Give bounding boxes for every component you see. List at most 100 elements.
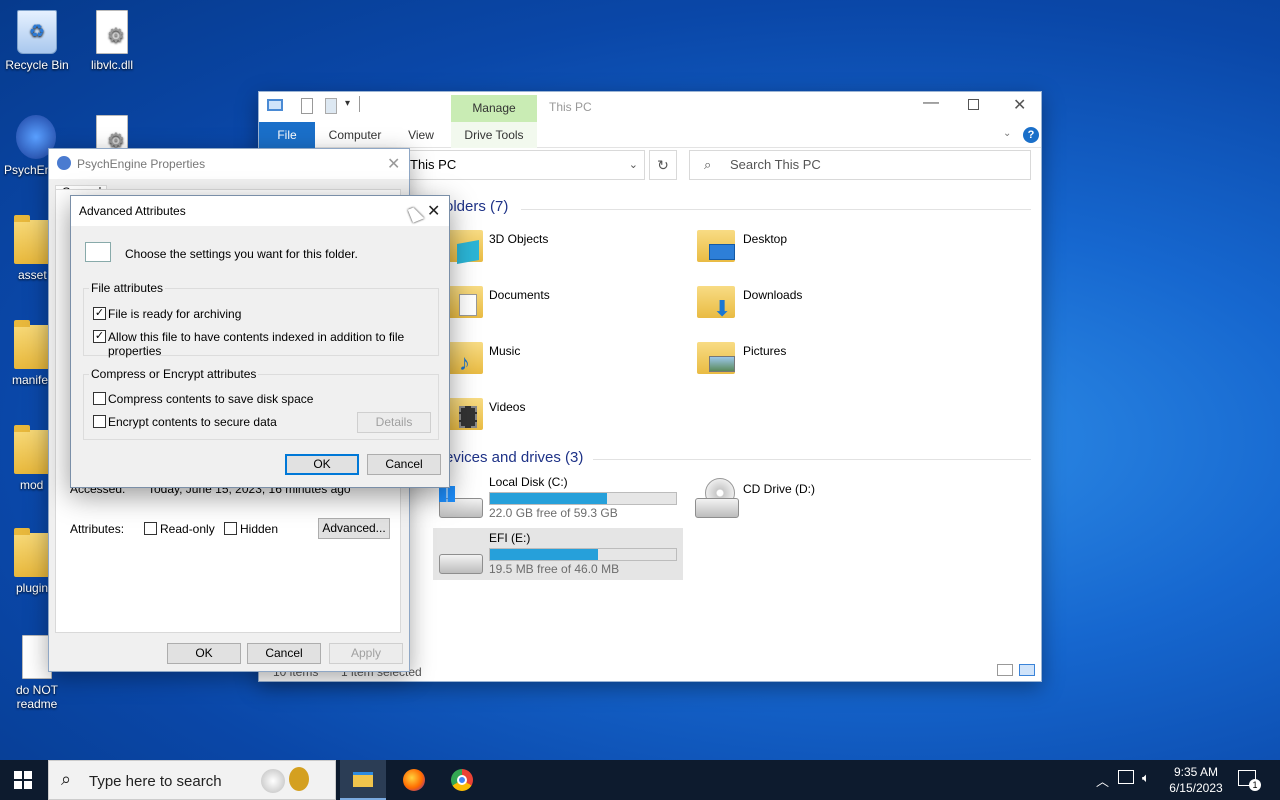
notification-count: 1 <box>1249 779 1261 791</box>
encrypt-checkbox[interactable] <box>93 415 106 428</box>
folder-settings-icon <box>85 242 111 262</box>
taskbar-chrome[interactable] <box>440 760 486 800</box>
taskbar-search-input[interactable]: ⌕ Type here to search <box>48 760 336 800</box>
compress-encrypt-label: Compress or Encrypt attributes <box>89 367 259 381</box>
ribbon-tabs: File Computer View Drive Tools ⌄ ? <box>259 122 1041 148</box>
properties-icon[interactable] <box>301 98 313 114</box>
show-hidden-icons-icon[interactable]: ︿ <box>1096 771 1109 790</box>
folder-videos-icon <box>445 394 483 430</box>
folder-music-icon: ♪ <box>445 338 483 375</box>
file-explorer-icon <box>353 772 373 787</box>
readonly-checkbox[interactable] <box>144 522 157 535</box>
section-divider <box>521 209 1031 210</box>
close-icon[interactable]: ✕ <box>387 154 400 174</box>
toolbar-divider <box>359 96 360 112</box>
advanced-title: Advanced Attributes <box>79 204 186 218</box>
window-title: This PC <box>549 100 592 114</box>
windows-logo-icon <box>14 771 22 779</box>
folder-music[interactable]: Music <box>489 344 520 358</box>
maximize-icon[interactable] <box>968 99 979 110</box>
taskbar-search-placeholder: Type here to search <box>89 773 222 790</box>
refresh-button[interactable]: ↻ <box>649 150 677 180</box>
tab-drive-tools[interactable]: Drive Tools <box>451 122 537 148</box>
medal-icon <box>289 767 309 791</box>
index-checkbox[interactable]: ✓ <box>93 330 106 343</box>
hard-drive-icon <box>439 554 483 574</box>
search-icon: ⌕ <box>61 769 72 789</box>
taskbar: ⌕ Type here to search ︿ 🔈︎ 9:35 AM 6/15/… <box>0 760 1280 800</box>
ribbon-expand-icon[interactable]: ⌄ <box>1003 128 1011 139</box>
dll-file-icon <box>96 10 128 54</box>
folder-videos[interactable]: Videos <box>489 400 525 414</box>
readonly-label: Read-only <box>160 522 215 536</box>
archive-checkbox[interactable]: ✓ <box>93 307 106 320</box>
apply-button[interactable]: Apply <box>329 643 403 664</box>
drive-free-space: 22.0 GB free of 59.3 GB <box>489 506 618 520</box>
folders-header[interactable]: olders (7) <box>445 198 508 215</box>
tab-view[interactable]: View <box>399 122 443 148</box>
folder-downloads[interactable]: Downloads <box>743 288 802 302</box>
folder-desktop[interactable]: Desktop <box>743 232 787 246</box>
details-view-icon[interactable] <box>997 664 1013 676</box>
close-icon[interactable]: ✕ <box>1013 95 1026 115</box>
compress-checkbox[interactable] <box>93 392 106 405</box>
network-icon[interactable] <box>1118 770 1134 784</box>
properties-title: PsychEngine Properties <box>77 157 206 171</box>
address-dropdown-icon[interactable]: ⌄ <box>629 151 638 179</box>
refresh-icon: ↻ <box>657 157 669 173</box>
tab-file[interactable]: File <box>259 122 315 148</box>
file-attributes-label: File attributes <box>89 281 166 295</box>
search-input[interactable]: ⌕ Search This PC <box>689 150 1031 180</box>
minimize-icon[interactable]: — <box>923 94 939 112</box>
large-icons-view-icon[interactable] <box>1019 664 1035 676</box>
folder-documents-icon <box>445 282 483 318</box>
drives-header[interactable]: evices and drives (3) <box>445 449 583 466</box>
advanced-button[interactable]: Advanced... <box>318 518 390 539</box>
clock-time: 9:35 AM <box>1173 765 1219 779</box>
search-placeholder: Search This PC <box>730 157 821 172</box>
cancel-button[interactable]: Cancel <box>247 643 321 664</box>
explorer-titlebar: ▾ Manage This PC — ✕ <box>259 92 1041 122</box>
details-button[interactable]: Details <box>357 412 431 433</box>
help-icon[interactable]: ? <box>1023 127 1039 143</box>
ok-button[interactable]: OK <box>167 643 241 664</box>
address-text: This PC <box>410 157 457 172</box>
ok-button[interactable]: OK <box>285 454 359 475</box>
address-bar[interactable]: This PC ⌄ <box>409 150 645 180</box>
drive-usage-fill <box>490 549 598 560</box>
cancel-button[interactable]: Cancel <box>367 454 441 475</box>
hidden-label: Hidden <box>240 522 279 536</box>
search-highlight-icon[interactable] <box>261 769 285 793</box>
quick-access-dropdown-icon[interactable]: ▾ <box>345 98 350 109</box>
hard-drive-icon <box>695 498 739 518</box>
start-button[interactable] <box>14 771 32 789</box>
clock-date: 6/15/2023 <box>1169 781 1223 795</box>
taskbar-firefox[interactable] <box>392 760 438 800</box>
drive-free-space: 19.5 MB free of 46.0 MB <box>489 562 620 576</box>
manage-tab[interactable]: Manage <box>451 95 537 122</box>
folder-3d-objects[interactable]: 3D Objects <box>489 232 548 246</box>
desktop-icon-libvlc[interactable]: libvlc.dll <box>76 10 148 72</box>
tab-computer[interactable]: Computer <box>321 122 389 148</box>
drive-name: Local Disk (C:) <box>489 475 568 489</box>
compress-label: Compress contents to save disk space <box>108 392 314 406</box>
taskbar-file-explorer[interactable] <box>340 760 386 800</box>
hidden-checkbox[interactable] <box>224 522 237 535</box>
close-icon[interactable]: ✕ <box>427 201 440 221</box>
drive-usage-bar <box>489 548 677 561</box>
notification-icon[interactable]: 1 <box>1238 770 1261 791</box>
clock[interactable]: 9:35 AM 6/15/2023 <box>1168 764 1224 796</box>
folder-documents[interactable]: Documents <box>489 288 550 302</box>
encrypt-label: Encrypt contents to secure data <box>108 415 277 429</box>
desktop-icon-recycle-bin[interactable]: Recycle Bin <box>1 10 73 72</box>
psychengine-app-icon <box>57 156 71 170</box>
folder-3d-objects-icon <box>445 226 483 264</box>
folder-pictures[interactable]: Pictures <box>743 344 786 358</box>
volume-icon[interactable]: 🔈︎ <box>1142 770 1150 786</box>
drive-name: CD Drive (D:) <box>743 482 815 496</box>
advanced-titlebar: Advanced Attributes ✕ <box>71 196 449 226</box>
desktop-icon-label: do NOT readme <box>15 683 58 711</box>
drive-e-selection[interactable]: EFI (E:) 19.5 MB free of 46.0 MB <box>433 528 683 580</box>
new-folder-icon[interactable] <box>325 98 337 114</box>
attributes-label: Attributes: <box>70 522 125 536</box>
